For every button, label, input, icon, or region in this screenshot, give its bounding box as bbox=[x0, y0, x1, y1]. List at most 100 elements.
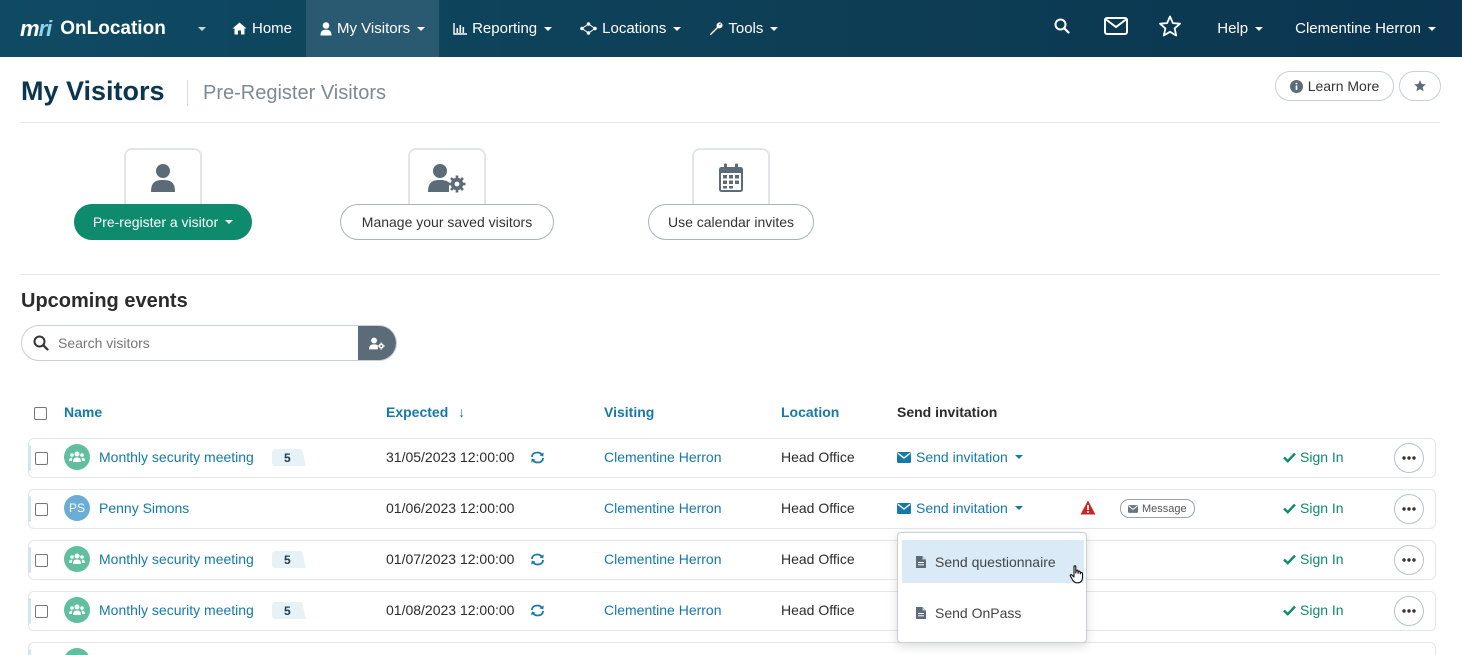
nav-item-tools[interactable]: Tools bbox=[695, 0, 792, 57]
row-more-options-button[interactable] bbox=[1394, 494, 1424, 524]
envelope-icon bbox=[897, 451, 911, 463]
expected-datetime: 01/08/2023 12:00:00 bbox=[386, 602, 515, 618]
calendar-icon bbox=[718, 163, 744, 198]
search-button[interactable] bbox=[1035, 0, 1089, 57]
column-header-location[interactable]: Location bbox=[781, 404, 839, 420]
visitor-name-link[interactable]: Monthly security meeting bbox=[99, 449, 254, 465]
column-header-visiting[interactable]: Visiting bbox=[604, 404, 654, 420]
learn-more-button[interactable]: Learn More bbox=[1275, 71, 1394, 101]
info-icon bbox=[1289, 79, 1303, 93]
row-more-options-button[interactable] bbox=[1394, 545, 1424, 575]
hand-pointer-cursor-icon bbox=[1069, 565, 1085, 589]
menu-item-send-questionnaire[interactable]: Send questionnaire bbox=[902, 540, 1084, 583]
group-icon bbox=[69, 451, 85, 463]
attendee-count-badge: 5 bbox=[272, 449, 306, 466]
visiting-host-link[interactable]: Clementine Herron bbox=[604, 551, 722, 567]
help-menu-label: Help bbox=[1217, 20, 1249, 37]
row-checkbox[interactable] bbox=[35, 452, 48, 465]
send-invitation-label: Send invitation bbox=[916, 500, 1008, 516]
sign-in-button[interactable]: Sign In bbox=[1283, 551, 1344, 567]
title-divider bbox=[187, 80, 188, 106]
expected-datetime: 01/06/2023 12:00:00 bbox=[386, 500, 515, 516]
row-more-options-button[interactable] bbox=[1394, 596, 1424, 626]
visitor-name-link[interactable]: Monthly security meeting bbox=[99, 551, 254, 567]
sign-in-button[interactable]: Sign In bbox=[1283, 602, 1344, 618]
group-avatar bbox=[64, 546, 90, 572]
check-icon bbox=[1283, 554, 1296, 565]
user-cog-icon bbox=[428, 163, 466, 198]
envelope-icon bbox=[1104, 17, 1129, 40]
column-header-send-invitation: Send invitation bbox=[897, 404, 998, 420]
nav-item-locations[interactable]: Locations bbox=[566, 0, 695, 57]
user-menu[interactable]: Clementine Herron bbox=[1281, 0, 1462, 57]
home-icon bbox=[232, 22, 247, 35]
row-more-options-button[interactable] bbox=[1394, 443, 1424, 473]
preregister-visitor-button[interactable]: Pre-register a visitor bbox=[74, 204, 252, 240]
location-text: Head Office bbox=[781, 551, 855, 567]
location-text: Head Office bbox=[781, 500, 855, 516]
send-invitation-dropdown[interactable]: Send invitation bbox=[897, 449, 1023, 465]
star-icon bbox=[1158, 15, 1182, 43]
network-icon bbox=[580, 22, 597, 35]
nav-item-my-visitors[interactable]: My Visitors bbox=[306, 0, 440, 57]
calendar-card-icon bbox=[692, 148, 770, 208]
column-header-name[interactable]: Name bbox=[64, 404, 102, 420]
visitor-name-link[interactable]: Monthly security meeting bbox=[99, 602, 254, 618]
nav-item-home[interactable]: Home bbox=[218, 0, 306, 57]
send-invitation-label: Send invitation bbox=[916, 449, 1008, 465]
recurring-icon bbox=[530, 451, 545, 469]
sign-in-label: Sign In bbox=[1300, 500, 1344, 516]
manage-saved-visitors-button[interactable]: Manage your saved visitors bbox=[340, 204, 554, 240]
document-icon bbox=[916, 606, 926, 619]
send-invitation-dropdown[interactable]: Send invitation bbox=[897, 500, 1023, 516]
sort-descending-arrow-icon: ↓ bbox=[458, 404, 466, 420]
nav-item-tools-label: Tools bbox=[728, 20, 764, 37]
use-calendar-invites-button[interactable]: Use calendar invites bbox=[648, 204, 814, 240]
visiting-host-link[interactable]: Clementine Herron bbox=[604, 449, 722, 465]
use-calendar-invites-label: Use calendar invites bbox=[667, 214, 795, 230]
logo-letters-ri: ri bbox=[38, 15, 53, 41]
menu-item-send-questionnaire-label: Send questionnaire bbox=[935, 553, 1056, 570]
row-checkbox[interactable] bbox=[35, 605, 48, 618]
user-icon bbox=[320, 21, 332, 36]
menu-item-send-onpass-label: Send OnPass bbox=[935, 604, 1022, 621]
table-row bbox=[28, 642, 1436, 655]
ellipsis-icon bbox=[1402, 558, 1416, 562]
chevron-down-icon bbox=[1428, 26, 1436, 31]
user-cog-icon bbox=[369, 337, 385, 350]
favorites-button[interactable] bbox=[1143, 0, 1197, 57]
chevron-down-icon bbox=[417, 26, 426, 31]
sign-in-label: Sign In bbox=[1300, 551, 1344, 567]
search-filter-button[interactable] bbox=[358, 326, 396, 360]
row-checkbox[interactable] bbox=[35, 554, 48, 567]
help-menu[interactable]: Help bbox=[1197, 0, 1281, 57]
warning-icon bbox=[1080, 500, 1096, 520]
chevron-down-icon bbox=[673, 26, 682, 31]
check-icon bbox=[1283, 452, 1296, 463]
message-badge[interactable]: Message bbox=[1120, 499, 1195, 518]
sign-in-button[interactable]: Sign In bbox=[1283, 500, 1344, 516]
menu-item-send-onpass[interactable]: Send OnPass bbox=[902, 591, 1084, 634]
favorite-page-button[interactable] bbox=[1399, 71, 1441, 101]
search-visitors-input[interactable] bbox=[58, 326, 358, 360]
visiting-host-link[interactable]: Clementine Herron bbox=[604, 602, 722, 618]
messages-button[interactable] bbox=[1089, 0, 1143, 57]
visitor-name-link[interactable]: Penny Simons bbox=[99, 500, 189, 516]
expected-datetime: 01/07/2023 12:00:00 bbox=[386, 551, 515, 567]
manage-saved-visitors-label: Manage your saved visitors bbox=[361, 214, 533, 230]
nav-item-reporting[interactable]: Reporting bbox=[439, 0, 566, 57]
ellipsis-icon bbox=[1402, 609, 1416, 613]
envelope-icon bbox=[1128, 504, 1138, 513]
check-icon bbox=[1283, 503, 1296, 514]
top-navigation-bar: mri OnLocation Home My Visitors Reportin… bbox=[0, 0, 1462, 57]
upcoming-events-title: Upcoming events bbox=[21, 290, 188, 312]
visitor-initials-avatar: PS bbox=[64, 495, 90, 521]
row-checkbox[interactable] bbox=[35, 503, 48, 516]
select-all-checkbox[interactable] bbox=[34, 407, 47, 420]
column-header-expected[interactable]: Expected ↓ bbox=[386, 404, 465, 420]
nav-right-group: Help Clementine Herron bbox=[1035, 0, 1462, 57]
chevron-down-icon bbox=[544, 26, 553, 31]
visiting-host-link[interactable]: Clementine Herron bbox=[604, 500, 722, 516]
sign-in-button[interactable]: Sign In bbox=[1283, 449, 1344, 465]
brand-menu[interactable]: mri OnLocation bbox=[0, 0, 218, 57]
